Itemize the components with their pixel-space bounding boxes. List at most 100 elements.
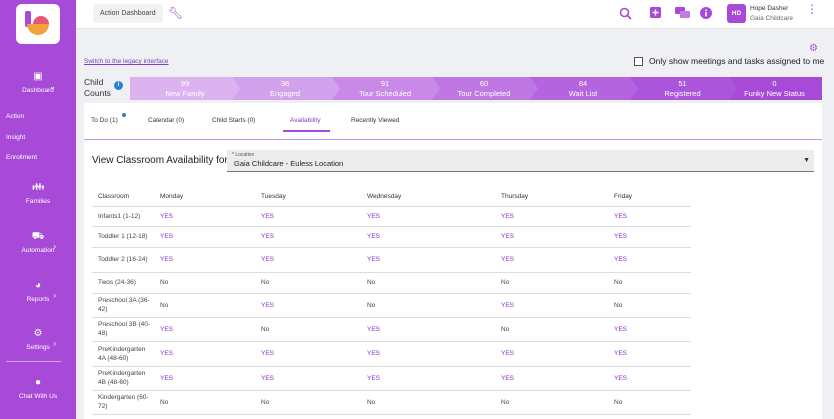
sidebar-item-automation[interactable]: ⛟ Automation ›	[0, 232, 76, 255]
availability-cell: YES	[608, 317, 691, 342]
chat-icon[interactable]	[675, 7, 690, 21]
families-icon: 👪︎	[31, 182, 45, 193]
availability-cell: YES	[608, 366, 691, 391]
legacy-interface-link[interactable]: Switch to the legacy interface	[84, 58, 169, 65]
column-header: Wednesday	[361, 188, 495, 207]
info-icon[interactable]	[700, 7, 712, 21]
stage-name: Wait List	[568, 89, 598, 98]
stage-count: 60	[479, 79, 489, 88]
availability-cell: No	[608, 390, 691, 415]
info-icon[interactable]: i	[114, 81, 123, 90]
sidebar: ▣ Dashboard ⌄ Action Insight Enrollment …	[0, 0, 76, 419]
availability-cell: YES	[495, 293, 608, 318]
stage-name: Engaged	[269, 89, 301, 98]
sidebar-link-enrollment[interactable]: Enrollment	[6, 154, 37, 161]
pipeline-stage[interactable]: 91 Tour Scheduled	[330, 77, 440, 100]
wrench-icon[interactable]: 🔧︎	[168, 6, 183, 20]
table-row: Infants1 (1-12) YES YES YES YES YES	[92, 206, 691, 227]
app-logo[interactable]	[16, 4, 60, 44]
stage-name: New Family	[165, 89, 205, 98]
top-bar: Action Dashboard 🔧︎ HD Hope Dasher Gaia …	[76, 0, 834, 29]
sidebar-item-families[interactable]: 👪︎ Families	[0, 182, 76, 206]
dashboard-icon: ▣	[33, 71, 43, 82]
sidebar-item-label: Settings	[26, 344, 50, 351]
availability-cell: YES	[495, 247, 608, 273]
stage-name: Tour Completed	[457, 89, 511, 98]
pipeline-stage[interactable]: 84 Wait List	[528, 77, 638, 100]
stage-count: 36	[280, 79, 290, 88]
availability-cell: YES	[495, 341, 608, 367]
availability-cell: YES	[495, 206, 608, 227]
availability-table: Classroom Monday Tuesday Wednesday Thurs…	[92, 188, 691, 415]
stage-name: Tour Scheduled	[358, 89, 412, 98]
sidebar-item-label: Reports	[26, 296, 50, 303]
gear-icon[interactable]: ⚙	[809, 43, 818, 54]
availability-cell: YES	[495, 226, 608, 248]
sidebar-item-settings[interactable]: ⚙ Settings ›	[0, 329, 76, 352]
availability-cell: YES	[608, 341, 691, 367]
kebab-menu-icon[interactable]: ⋮	[806, 3, 818, 15]
pipeline-stage[interactable]: 0 Funky New Status	[727, 77, 822, 100]
main-panel: To Do (1) Calendar (0) Child Starts (0) …	[84, 103, 822, 419]
pipeline-stage[interactable]: 60 Tour Completed	[430, 77, 538, 100]
availability-cell: No	[361, 272, 495, 294]
availability-cell: YES	[608, 206, 691, 227]
classroom-cell: PreKindergarten 4B (48-60)	[92, 366, 154, 391]
availability-cell: YES	[255, 206, 361, 227]
table-header-row: Classroom Monday Tuesday Wednesday Thurs…	[92, 188, 691, 207]
table-row: Twos (24-36) No No No No No	[92, 272, 691, 294]
availability-cell: No	[255, 390, 361, 415]
availability-cell: YES	[154, 317, 255, 342]
availability-cell: No	[154, 272, 255, 294]
availability-cell: No	[255, 317, 361, 342]
availability-cell: YES	[361, 317, 495, 342]
action-dashboard-button[interactable]: Action Dashboard	[93, 4, 163, 23]
sidebar-item-label: Families	[25, 198, 51, 205]
chevron-down-icon: ⌄	[49, 82, 56, 91]
tab-recently-viewed[interactable]: Recently Viewed	[351, 117, 399, 124]
location-select[interactable]: * Location Gaia Childcare - Euless Locat…	[227, 150, 814, 172]
sidebar-divider	[6, 361, 61, 362]
only-mine-label: Only show meetings and tasks assigned to…	[649, 56, 825, 66]
classroom-cell: Toddler 1 (12-18)	[92, 226, 154, 248]
availability-cell: YES	[361, 366, 495, 391]
chevron-right-icon: ›	[53, 242, 56, 251]
availability-cell: YES	[608, 247, 691, 273]
availability-cell: YES	[495, 366, 608, 391]
tab-availability[interactable]: Availability	[290, 117, 321, 124]
availability-cell: No	[495, 390, 608, 415]
classroom-cell: Preschool 3B (40-48)	[92, 317, 154, 342]
availability-cell: No	[608, 293, 691, 318]
availability-cell: YES	[154, 206, 255, 227]
column-header: Thursday	[495, 188, 608, 207]
classroom-cell: Twos (24-36)	[92, 272, 154, 294]
child-counts-label: Child Counts	[84, 77, 111, 99]
search-icon[interactable]	[619, 7, 632, 22]
add-icon[interactable]	[650, 7, 661, 20]
availability-cell: YES	[361, 206, 495, 227]
sidebar-link-insight[interactable]: Insight	[6, 134, 25, 141]
tab-child-starts[interactable]: Child Starts (0)	[212, 117, 255, 124]
sidebar-item-chat[interactable]: ● Chat With Us	[0, 377, 76, 401]
availability-cell: YES	[255, 366, 361, 391]
tab-calendar[interactable]: Calendar (0)	[148, 117, 184, 124]
availability-cell: No	[154, 390, 255, 415]
pipeline-stage[interactable]: 99 New Family	[130, 77, 240, 100]
availability-cell: YES	[361, 341, 495, 367]
sidebar-item-reports[interactable]: ◕ Reports ›	[0, 281, 76, 304]
tab-todo[interactable]: To Do (1)	[91, 117, 118, 124]
user-name[interactable]: Hope Dasher	[750, 5, 788, 12]
pipeline-stage[interactable]: 36 Engaged	[230, 77, 340, 100]
classroom-cell: Kindergarten (60-72)	[92, 390, 154, 415]
sidebar-item-dashboard[interactable]: ▣ Dashboard ⌄	[0, 71, 76, 95]
column-header: Friday	[608, 188, 691, 207]
availability-cell: YES	[255, 341, 361, 367]
only-mine-checkbox[interactable]	[634, 57, 643, 66]
avatar[interactable]: HD	[727, 4, 746, 23]
chat-bubble-icon: ●	[34, 377, 42, 388]
pipeline-stage[interactable]: 51 Registered	[628, 77, 737, 100]
availability-cell: No	[255, 272, 361, 294]
logo-icon	[25, 11, 49, 35]
sidebar-link-action[interactable]: Action	[6, 113, 24, 120]
availability-cell: YES	[154, 247, 255, 273]
